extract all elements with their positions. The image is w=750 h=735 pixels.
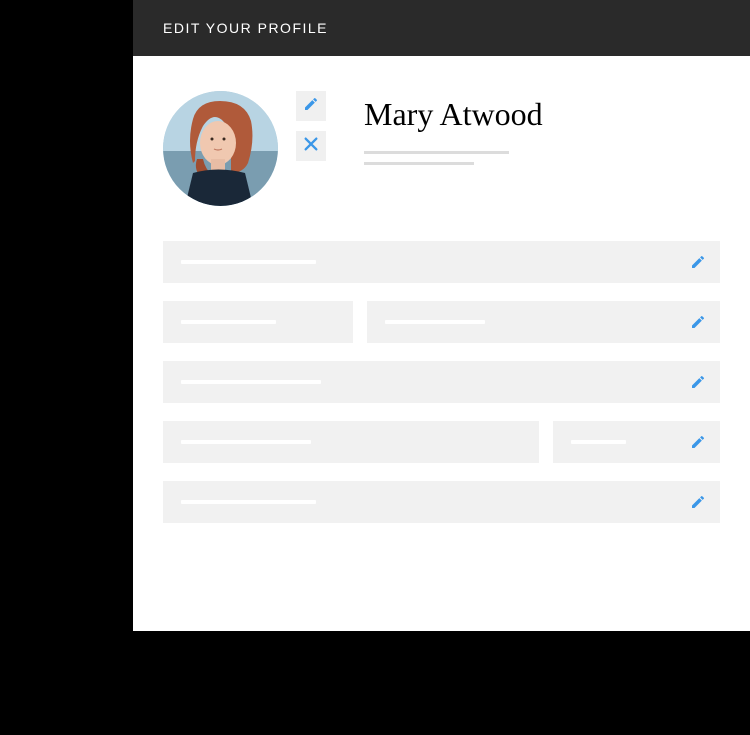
pencil-icon bbox=[690, 494, 706, 510]
remove-avatar-button[interactable] bbox=[296, 131, 326, 161]
edit-field-button[interactable] bbox=[690, 374, 706, 390]
pencil-icon bbox=[303, 96, 319, 117]
field-placeholder bbox=[181, 500, 316, 504]
avatar-image bbox=[163, 91, 278, 206]
field-row-4 bbox=[163, 421, 720, 463]
field-placeholder bbox=[181, 380, 321, 384]
profile-field-4b[interactable] bbox=[553, 421, 720, 463]
name-subline-1 bbox=[364, 151, 509, 154]
edit-field-button[interactable] bbox=[690, 314, 706, 330]
pencil-icon bbox=[690, 314, 706, 330]
modal-title: EDIT YOUR PROFILE bbox=[163, 20, 328, 36]
fields-section bbox=[163, 241, 720, 523]
avatar-actions bbox=[296, 91, 326, 161]
profile-field-2b[interactable] bbox=[367, 301, 720, 343]
field-row-5 bbox=[163, 481, 720, 523]
edit-field-button[interactable] bbox=[690, 434, 706, 450]
profile-field-2a[interactable] bbox=[163, 301, 353, 343]
field-placeholder bbox=[385, 320, 485, 324]
field-placeholder bbox=[181, 440, 311, 444]
close-icon bbox=[303, 136, 319, 157]
profile-field-5[interactable] bbox=[163, 481, 720, 523]
field-placeholder bbox=[181, 260, 316, 264]
pencil-icon bbox=[690, 434, 706, 450]
field-placeholder bbox=[181, 320, 276, 324]
modal-header: EDIT YOUR PROFILE bbox=[133, 0, 750, 56]
field-placeholder bbox=[571, 440, 626, 444]
profile-name-block: Mary Atwood bbox=[364, 96, 543, 173]
field-row-1 bbox=[163, 241, 720, 283]
profile-field-4a[interactable] bbox=[163, 421, 539, 463]
profile-name: Mary Atwood bbox=[364, 96, 543, 133]
edit-avatar-button[interactable] bbox=[296, 91, 326, 121]
edit-field-button[interactable] bbox=[690, 254, 706, 270]
field-row-3 bbox=[163, 361, 720, 403]
modal-body: Mary Atwood bbox=[133, 56, 750, 553]
name-subline-2 bbox=[364, 162, 474, 165]
profile-top-section: Mary Atwood bbox=[163, 91, 720, 206]
profile-field-1[interactable] bbox=[163, 241, 720, 283]
edit-profile-modal: EDIT YOUR PROFILE bbox=[133, 0, 750, 631]
avatar[interactable] bbox=[163, 91, 278, 206]
profile-field-3[interactable] bbox=[163, 361, 720, 403]
edit-field-button[interactable] bbox=[690, 494, 706, 510]
pencil-icon bbox=[690, 374, 706, 390]
field-row-2 bbox=[163, 301, 720, 343]
pencil-icon bbox=[690, 254, 706, 270]
